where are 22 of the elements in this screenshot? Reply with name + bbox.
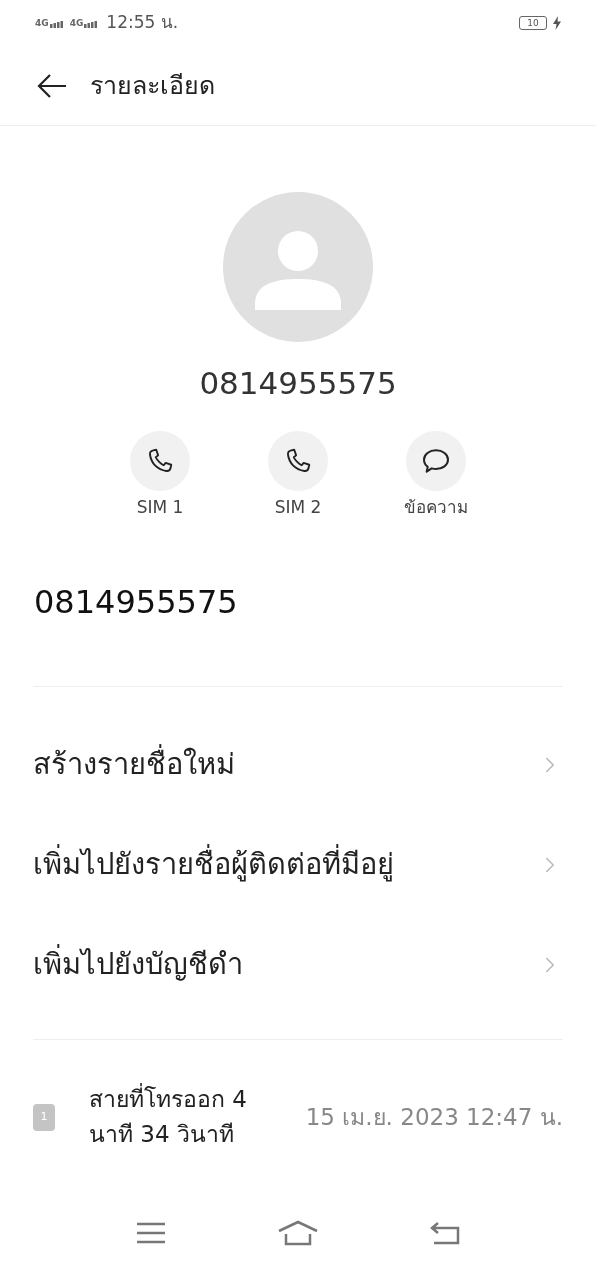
back-nav-button[interactable] [430,1221,460,1245]
menu-nav-button[interactable] [136,1222,166,1244]
phone-number: 0814955575 [34,583,238,621]
status-time: 12:55 น. [106,11,179,35]
call-datetime: 15 เม.ย. 2023 12:47 น. [305,1102,563,1132]
call-description: สายที่โทรออก 4 นาที 34 วินาที [89,1082,279,1152]
sim-icon: 1 [33,1103,55,1131]
menu-item[interactable]: สร้างรายชื่อใหม่ [0,715,596,815]
message-button[interactable]: ข้อความ [394,430,478,520]
signal-icon [49,19,64,28]
signal-icon [84,19,99,28]
page-title: รายละเอียด [90,69,215,102]
call-button[interactable]: SIM 1 [118,430,202,520]
battery-icon: 10 [519,16,547,30]
home-nav-button[interactable] [278,1220,318,1246]
back-button[interactable] [36,72,68,99]
menu-item[interactable]: เพิ่มไปยังบัญชีดำ [0,915,596,1015]
contact-number: 0814955575 [199,364,397,403]
menu-item[interactable]: เพิ่มไปยังรายชื่อผู้ติดต่อที่มีอยู่ [0,815,596,915]
network-type: 4G [35,18,49,28]
call-button[interactable]: SIM 2 [256,430,340,520]
network-type: 4G [69,18,84,28]
